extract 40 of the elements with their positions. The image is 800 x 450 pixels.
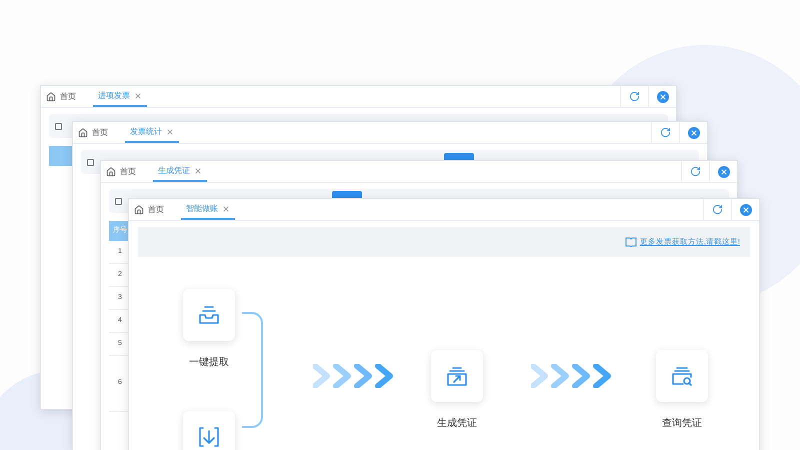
close-icon[interactable] [194,166,202,174]
close-icon[interactable] [166,128,174,136]
active-tab[interactable]: 智能做账 [181,199,235,220]
download-icon [198,427,220,447]
help-book-icon [624,237,637,247]
close-icon [690,128,698,136]
home-icon [134,204,144,214]
close-icon[interactable] [222,204,230,212]
close-icon [742,206,750,214]
step-card[interactable] [183,411,235,450]
active-tab[interactable]: 发票统计 [125,122,179,143]
close-button[interactable] [656,90,668,102]
step-label: 查询凭证 [661,416,703,431]
home-tab[interactable]: 首页 [120,166,136,178]
step-card[interactable] [656,350,708,402]
home-tab[interactable]: 首页 [60,90,76,102]
active-tab[interactable]: 进项发票 [93,86,147,107]
active-tab[interactable]: 生成凭证 [153,161,207,182]
export-icon [446,366,468,386]
refresh-icon[interactable] [629,91,640,102]
step-label: 一键提取 [188,356,230,370]
search-folder-icon [671,366,693,386]
close-button[interactable] [688,126,700,138]
step-card[interactable] [183,289,235,341]
close-icon[interactable] [134,92,142,100]
close-icon [720,168,728,176]
step-label: 生成凭证 [436,416,478,431]
close-icon [658,92,666,100]
close-button[interactable] [740,204,752,216]
close-button[interactable] [718,166,730,178]
home-icon [46,92,56,102]
home-tab[interactable]: 首页 [92,126,108,138]
refresh-icon[interactable] [660,127,671,138]
refresh-icon[interactable] [712,204,723,215]
step-card[interactable] [431,350,483,402]
home-tab[interactable]: 首页 [148,204,164,216]
refresh-icon[interactable] [690,166,701,177]
home-icon [78,128,88,138]
home-icon [106,166,116,176]
inbox-icon [198,305,220,325]
